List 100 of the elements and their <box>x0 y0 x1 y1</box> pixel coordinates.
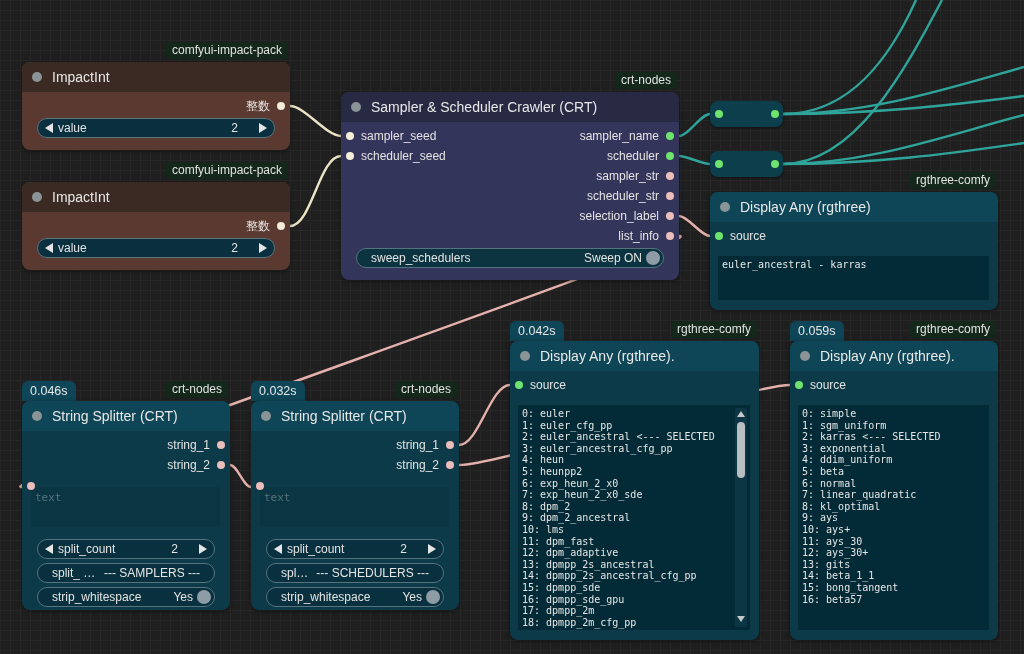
number-widget[interactable]: value 2 <box>37 118 275 138</box>
output-line: 12: ays_30+ <box>802 547 869 559</box>
right-triangle-icon[interactable] <box>259 243 267 253</box>
number-widget[interactable]: value 2 <box>37 238 275 258</box>
text-field[interactable]: text <box>260 487 449 527</box>
input-dot-icon[interactable] <box>256 482 264 490</box>
status-dot-icon <box>720 202 730 212</box>
slot-label: scheduler_seed <box>361 149 446 163</box>
output-dot-icon[interactable] <box>446 441 454 449</box>
left-triangle-icon[interactable] <box>45 243 53 253</box>
widget-value: 2 <box>231 121 238 135</box>
output-line: 17: dpmpp_2m <box>522 605 595 617</box>
output-line: 18: dpmpp_2m_cfg_pp <box>522 616 637 629</box>
number-widget[interactable]: split_count 2 <box>266 539 444 559</box>
slot-label: string_2 <box>167 458 210 472</box>
pack-tag: rgthree-comfy <box>909 321 996 338</box>
output-field[interactable]: euler_ancestral - karras <box>718 256 989 300</box>
output-line: 11: ays_30 <box>802 535 863 548</box>
node-title: Display Any (rgthree). <box>820 348 955 364</box>
toggle-widget[interactable]: strip_whitespace Yes <box>37 587 215 607</box>
output-field[interactable] <box>518 405 750 630</box>
widget-label: strip_whitespace <box>52 590 143 604</box>
toggle-widget[interactable]: sweep_schedulers Sweep ON <box>356 248 664 268</box>
pack-tag: comfyui-impact-pack <box>165 162 288 179</box>
scrollbar[interactable] <box>735 408 747 627</box>
widget-value: Sweep ON <box>583 251 642 265</box>
widget-label: spl… <box>281 566 309 580</box>
output-dot-icon[interactable] <box>666 212 674 220</box>
node-title: Display Any (rgthree). <box>540 348 675 364</box>
slot-label: 整数 <box>246 217 270 235</box>
input-dot-icon[interactable] <box>795 381 803 389</box>
number-widget[interactable]: split_count 2 <box>37 539 215 559</box>
toggle-knob-icon[interactable] <box>197 590 211 604</box>
slot-label: scheduler_str <box>586 189 659 203</box>
link-wire <box>678 154 711 166</box>
left-triangle-icon[interactable] <box>45 123 53 133</box>
output-dot-icon[interactable] <box>666 232 674 240</box>
output-dot-icon[interactable] <box>666 172 674 180</box>
output-dot-icon[interactable] <box>446 461 454 469</box>
slot-label: sampler_str <box>596 169 659 183</box>
output-dot-icon[interactable] <box>217 441 225 449</box>
toggle-knob-icon[interactable] <box>646 251 660 265</box>
output-line: 0: simple <box>802 408 857 420</box>
output-line: 9: ays <box>802 512 839 524</box>
status-dot-icon <box>32 192 42 202</box>
output-line: 8: kl_optimal <box>802 500 881 513</box>
right-triangle-icon[interactable] <box>199 544 207 554</box>
output-dot-icon[interactable] <box>771 160 779 168</box>
output-dot-icon[interactable] <box>666 132 674 140</box>
output-dot-icon[interactable] <box>666 152 674 160</box>
node-title: String Splitter (CRT) <box>52 408 178 424</box>
widget-label: split_count <box>287 542 346 556</box>
link-wire <box>678 112 711 138</box>
run-time-tag: 0.046s <box>22 381 76 401</box>
left-triangle-icon[interactable] <box>45 544 53 554</box>
input-dot-icon[interactable] <box>515 381 523 389</box>
left-triangle-icon[interactable] <box>274 544 282 554</box>
output-line: 7: exp_heun_2_x0_sde <box>522 489 643 501</box>
output-line: 5: beta <box>802 465 845 478</box>
widget-value: 2 <box>171 542 178 556</box>
output-line: 16: beta57 <box>802 593 863 606</box>
input-dot-icon[interactable] <box>715 160 723 168</box>
slot-label: source <box>730 229 767 243</box>
right-triangle-icon[interactable] <box>428 544 436 554</box>
output-dot-icon[interactable] <box>771 110 779 118</box>
text-widget[interactable]: split_ … --- SAMPLERS --- <box>37 563 215 583</box>
toggle-widget[interactable]: strip_whitespace Yes <box>266 587 444 607</box>
output-line: 5: heunpp2 <box>522 465 583 478</box>
input-dot-icon[interactable] <box>27 482 35 490</box>
run-time-tag: 0.032s <box>251 381 305 401</box>
text-widget[interactable]: spl… --- SCHEDULERS --- <box>266 563 444 583</box>
toggle-knob-icon[interactable] <box>426 590 440 604</box>
pack-tag: crt-nodes <box>614 72 677 89</box>
output-line: 6: normal <box>802 477 857 490</box>
input-dot-icon[interactable] <box>346 132 354 140</box>
output-dot-icon[interactable] <box>666 192 674 200</box>
slot-label: sampler_name <box>579 129 659 143</box>
input-dot-icon[interactable] <box>715 110 723 118</box>
text-field[interactable]: text <box>31 487 220 527</box>
output-line: 6: exp_heun_2_x0 <box>522 477 619 490</box>
pack-tag: crt-nodes <box>165 381 228 398</box>
input-dot-icon[interactable] <box>346 152 354 160</box>
output-dot-icon[interactable] <box>277 102 285 110</box>
output-line: 14: beta_1_1 <box>802 570 875 582</box>
status-dot-icon <box>520 351 530 361</box>
status-dot-icon <box>32 411 42 421</box>
output-line: 15: dpmpp_sde <box>522 581 601 594</box>
right-triangle-icon[interactable] <box>259 123 267 133</box>
input-dot-icon[interactable] <box>715 232 723 240</box>
node-title: Display Any (rgthree) <box>740 199 871 215</box>
output-dot-icon[interactable] <box>277 222 285 230</box>
widget-label: split_ … <box>52 566 96 580</box>
output-line: 2: euler_ancestral <--- SELECTED <box>522 431 715 443</box>
widget-value: Yes <box>402 590 422 604</box>
widget-label: strip_whitespace <box>281 590 372 604</box>
output-line: euler_ancestral - karras <box>722 259 867 271</box>
widget-value: --- SAMPLERS --- <box>104 566 200 580</box>
run-time-tag: 0.059s <box>790 321 844 341</box>
output-line: 12: dpm_adaptive <box>522 547 619 559</box>
output-dot-icon[interactable] <box>217 461 225 469</box>
